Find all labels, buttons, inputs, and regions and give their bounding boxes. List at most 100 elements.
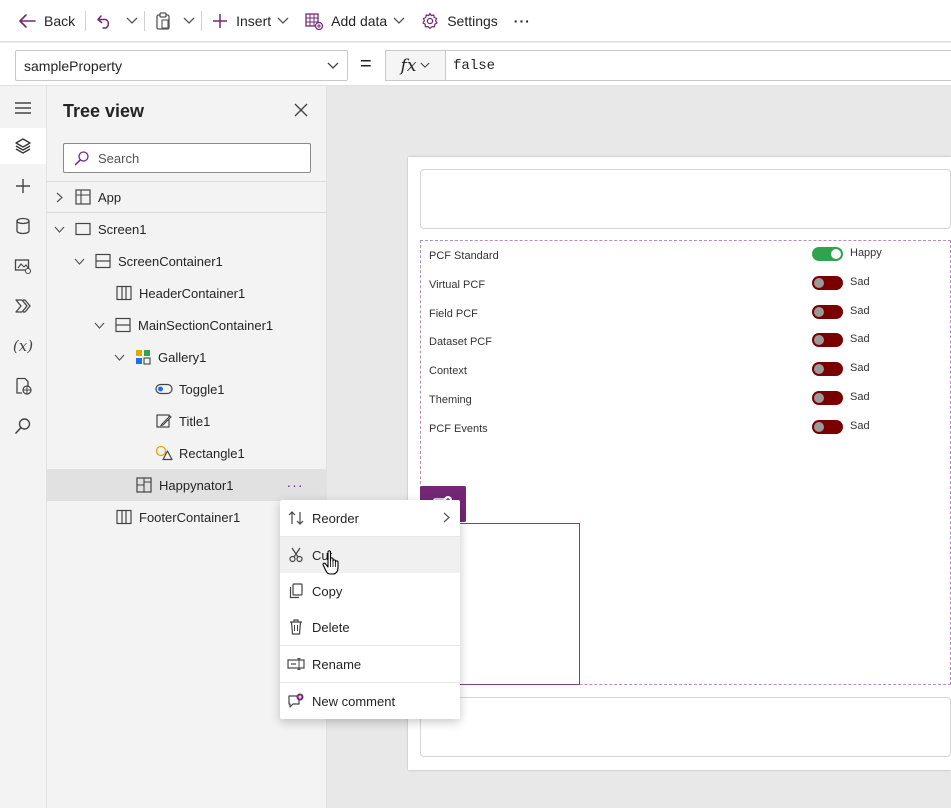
undo-dropdown[interactable] bbox=[122, 0, 142, 42]
chevron-down-icon bbox=[113, 354, 125, 361]
tree-item-label: ScreenContainer1 bbox=[118, 253, 223, 269]
property-dropdown[interactable]: sampleProperty bbox=[15, 50, 348, 81]
gallery-item-label: Dataset PCF bbox=[429, 336, 492, 349]
chevron-down-icon bbox=[73, 258, 85, 265]
gallery-item-label: PCF Standard bbox=[429, 250, 499, 262]
search-placeholder: Search bbox=[98, 150, 140, 166]
tree-item-app[interactable]: App bbox=[47, 181, 327, 213]
tree-item-title1[interactable]: Title1 bbox=[47, 405, 327, 437]
paste-button[interactable] bbox=[147, 0, 179, 42]
menu-item-rename[interactable]: Rename bbox=[280, 646, 460, 682]
undo-button[interactable] bbox=[88, 0, 122, 42]
tree-item-label: Rectangle1 bbox=[179, 445, 245, 461]
formula-input[interactable]: false bbox=[445, 50, 951, 81]
tree-item-label: Toggle1 bbox=[179, 381, 225, 397]
chevron-right-icon bbox=[53, 192, 65, 203]
toggle-knob bbox=[814, 393, 824, 403]
tree-item-rectangle1[interactable]: Rectangle1 bbox=[47, 437, 327, 469]
gallery-item-label: PCF Events bbox=[429, 422, 488, 435]
menu-item-copy[interactable]: Copy bbox=[280, 573, 460, 609]
back-button[interactable]: Back bbox=[0, 0, 83, 42]
gallery-toggle[interactable] bbox=[812, 419, 843, 434]
menu-item-new-comment[interactable]: New comment bbox=[280, 683, 460, 719]
tree-item-headercontainer1[interactable]: HeaderContainer1 bbox=[47, 277, 327, 309]
equals-sign: = bbox=[360, 53, 372, 75]
separator bbox=[201, 10, 203, 31]
search-input[interactable]: Search bbox=[63, 143, 311, 173]
formula-text: false bbox=[453, 57, 496, 74]
vertical-container-icon bbox=[94, 252, 112, 270]
clipboard-icon bbox=[155, 11, 171, 30]
tree-item-label: Gallery1 bbox=[158, 349, 207, 365]
gallery-toggle[interactable] bbox=[812, 391, 843, 405]
menu-item-delete[interactable]: Delete bbox=[280, 609, 460, 645]
gallery-toggle[interactable] bbox=[812, 362, 843, 377]
tree-item-gallery1[interactable]: Gallery1 bbox=[47, 341, 327, 373]
database-icon[interactable] bbox=[0, 208, 46, 244]
tree-item-label: Title1 bbox=[179, 413, 211, 429]
gallery-toggle[interactable] bbox=[812, 304, 843, 319]
settings-button[interactable]: Settings bbox=[413, 0, 506, 42]
chevron-right-icon bbox=[443, 512, 450, 523]
tree-item-label: MainSectionContainer1 bbox=[138, 317, 274, 333]
footer-container[interactable] bbox=[420, 697, 951, 757]
app-icon bbox=[74, 188, 92, 206]
chevron-down-icon bbox=[93, 322, 105, 329]
header-container[interactable] bbox=[420, 169, 951, 229]
power-automate-icon[interactable] bbox=[0, 288, 46, 324]
more-options-button[interactable]: ··· bbox=[281, 469, 309, 501]
separator bbox=[85, 10, 87, 31]
layers-icon[interactable] bbox=[0, 128, 46, 164]
more-label: ··· bbox=[513, 12, 531, 29]
toggle-knob bbox=[831, 249, 841, 259]
tree-item-screen1[interactable]: Screen1 bbox=[47, 213, 327, 245]
insert-button[interactable]: Insert bbox=[204, 0, 297, 42]
tree-item-toggle1[interactable]: Toggle1 bbox=[47, 373, 327, 405]
gallery-toggle[interactable] bbox=[812, 333, 843, 348]
add-data-button[interactable]: Add data bbox=[297, 0, 413, 42]
gallery-toggle-state: Sad bbox=[850, 419, 870, 432]
paste-dropdown[interactable] bbox=[179, 0, 199, 42]
horizontal-container-icon bbox=[115, 284, 133, 302]
search-icon bbox=[74, 150, 90, 166]
property-name: sampleProperty bbox=[24, 57, 123, 74]
gallery-item-label: Theming bbox=[429, 394, 472, 406]
plus-icon[interactable] bbox=[0, 168, 46, 204]
advanced-tools-icon[interactable] bbox=[0, 368, 46, 404]
undo-icon bbox=[96, 13, 114, 29]
gallery-toggle[interactable] bbox=[812, 247, 843, 261]
trash-icon bbox=[280, 619, 312, 635]
gallery-item-label: Virtual PCF bbox=[429, 278, 486, 291]
chevron-down-icon bbox=[420, 62, 430, 69]
tree-item-label: Happynator1 bbox=[159, 477, 234, 493]
tree-item-label: FooterContainer1 bbox=[139, 509, 241, 525]
chevron-down-icon bbox=[393, 17, 405, 25]
gallery-toggle-state: Sad bbox=[850, 362, 870, 375]
hamburger-menu-icon[interactable] bbox=[0, 90, 46, 126]
variables-icon[interactable]: (x) bbox=[0, 328, 46, 364]
gallery-toggle-state: Happy bbox=[850, 247, 882, 259]
menu-item-label: Reorder bbox=[312, 510, 359, 526]
tree-item-screencontainer1[interactable]: ScreenContainer1 bbox=[47, 245, 327, 277]
media-icon[interactable] bbox=[0, 248, 46, 284]
arrow-left-icon bbox=[18, 13, 36, 29]
add-data-label: Add data bbox=[331, 12, 388, 29]
close-icon[interactable] bbox=[293, 102, 309, 118]
menu-item-reorder[interactable]: Reorder bbox=[280, 500, 460, 536]
toggle-knob bbox=[814, 335, 824, 346]
tree-item-label: App bbox=[98, 189, 122, 205]
tree-item-happynator1[interactable]: Happynator1 ··· bbox=[47, 469, 327, 501]
gallery-toggle[interactable] bbox=[812, 275, 843, 290]
gallery-icon bbox=[134, 348, 152, 366]
plus-icon bbox=[212, 13, 228, 29]
gear-icon bbox=[421, 12, 439, 30]
chevron-down-icon bbox=[126, 17, 138, 25]
copy-icon bbox=[280, 583, 312, 599]
tree-item-mainsectioncontainer1[interactable]: MainSectionContainer1 bbox=[47, 309, 327, 341]
fx-button[interactable]: fx bbox=[385, 50, 445, 81]
menu-item-cut[interactable]: Cut bbox=[280, 537, 460, 573]
formula-bar: sampleProperty = fx false bbox=[0, 43, 951, 86]
back-label: Back bbox=[44, 12, 76, 29]
search-icon[interactable] bbox=[0, 408, 46, 444]
more-commands-button[interactable]: ··· bbox=[506, 0, 539, 42]
